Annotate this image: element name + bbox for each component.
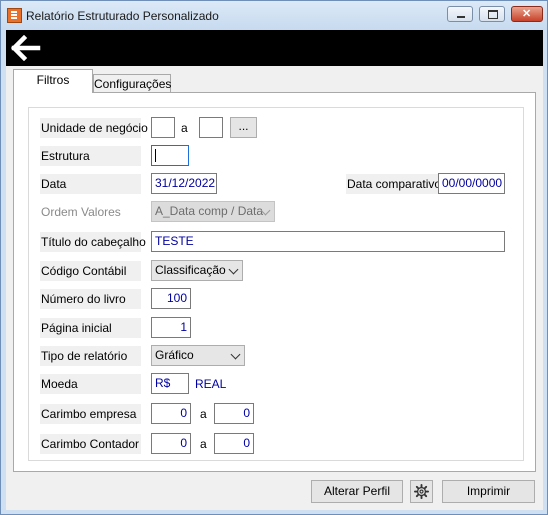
moeda-description: REAL bbox=[195, 377, 227, 391]
tipo-relatorio-label: Tipo de relatório bbox=[40, 346, 141, 366]
titulo-label: Título do cabeçalho bbox=[40, 232, 146, 252]
pagina-inicial-label: Página inicial bbox=[40, 318, 141, 338]
tipo-relatorio-value: Gráfico bbox=[155, 348, 194, 362]
data-input[interactable]: 31/12/2022 bbox=[151, 173, 217, 194]
toolbar bbox=[6, 30, 543, 66]
codigo-contabil-value: Classificação bbox=[155, 263, 226, 277]
imprimir-button[interactable]: Imprimir bbox=[442, 480, 535, 503]
data-comparativo-input[interactable]: 00/00/0000 bbox=[438, 173, 505, 194]
arrow-left-icon[interactable] bbox=[11, 35, 41, 61]
moeda-label: Moeda bbox=[40, 374, 141, 394]
data-comparativo-label: Data comparativo bbox=[346, 174, 443, 194]
gear-icon bbox=[414, 484, 429, 499]
ordem-valores-label: Ordem Valores bbox=[41, 205, 121, 219]
moeda-input[interactable]: R$ bbox=[151, 373, 189, 394]
chevron-down-icon bbox=[228, 264, 239, 275]
unidade-to-input[interactable] bbox=[199, 117, 223, 138]
tab-filtros[interactable]: Filtros bbox=[13, 69, 93, 93]
unidade-separator: a bbox=[181, 121, 188, 135]
estrutura-input[interactable] bbox=[151, 145, 189, 166]
estrutura-label: Estrutura bbox=[40, 146, 141, 166]
settings-button[interactable] bbox=[410, 480, 433, 503]
pagina-inicial-input[interactable]: 1 bbox=[151, 317, 191, 338]
app-icon bbox=[7, 8, 22, 23]
window-client: Filtros Configurações Unidade de negócio… bbox=[6, 30, 543, 510]
minimize-button[interactable] bbox=[447, 6, 473, 22]
tipo-relatorio-select[interactable]: Gráfico bbox=[151, 345, 245, 366]
codigo-contabil-label: Código Contábil bbox=[40, 261, 141, 281]
carimbo-contador-label: Carimbo Contador bbox=[40, 434, 141, 454]
carimbo-contador-to-input[interactable]: 0 bbox=[214, 433, 254, 454]
numero-livro-input[interactable]: 100 bbox=[151, 288, 191, 309]
ordem-valores-value: A_Data comp / Data bbox=[155, 204, 264, 218]
carimbo-empresa-separator: a bbox=[200, 407, 207, 421]
carimbo-empresa-from-input[interactable]: 0 bbox=[151, 403, 191, 424]
codigo-contabil-select[interactable]: Classificação bbox=[151, 260, 243, 281]
alterar-perfil-button[interactable]: Alterar Perfil bbox=[311, 480, 403, 503]
tab-configuracoes[interactable]: Configurações bbox=[93, 74, 171, 93]
carimbo-empresa-to-input[interactable]: 0 bbox=[214, 403, 254, 424]
unidade-browse-button[interactable]: ... bbox=[230, 117, 257, 138]
maximize-button[interactable] bbox=[479, 6, 505, 22]
data-label: Data bbox=[40, 174, 141, 194]
text-caret bbox=[155, 149, 156, 162]
chevron-down-icon bbox=[230, 349, 241, 360]
titulo-input[interactable]: TESTE bbox=[151, 231, 505, 252]
carimbo-contador-from-input[interactable]: 0 bbox=[151, 433, 191, 454]
ordem-valores-select[interactable]: A_Data comp / Data bbox=[151, 201, 275, 222]
title-bar: Relatório Estruturado Personalizado bbox=[1, 1, 547, 30]
close-button[interactable] bbox=[511, 6, 543, 22]
unidade-from-input[interactable] bbox=[151, 117, 175, 138]
carimbo-empresa-label: Carimbo empresa bbox=[40, 404, 141, 424]
carimbo-contador-separator: a bbox=[200, 437, 207, 451]
unidade-label: Unidade de negócio bbox=[40, 118, 148, 138]
numero-livro-label: Número do livro bbox=[40, 289, 141, 309]
window-title: Relatório Estruturado Personalizado bbox=[26, 9, 219, 23]
app-window: Relatório Estruturado Personalizado Filt… bbox=[0, 0, 548, 515]
